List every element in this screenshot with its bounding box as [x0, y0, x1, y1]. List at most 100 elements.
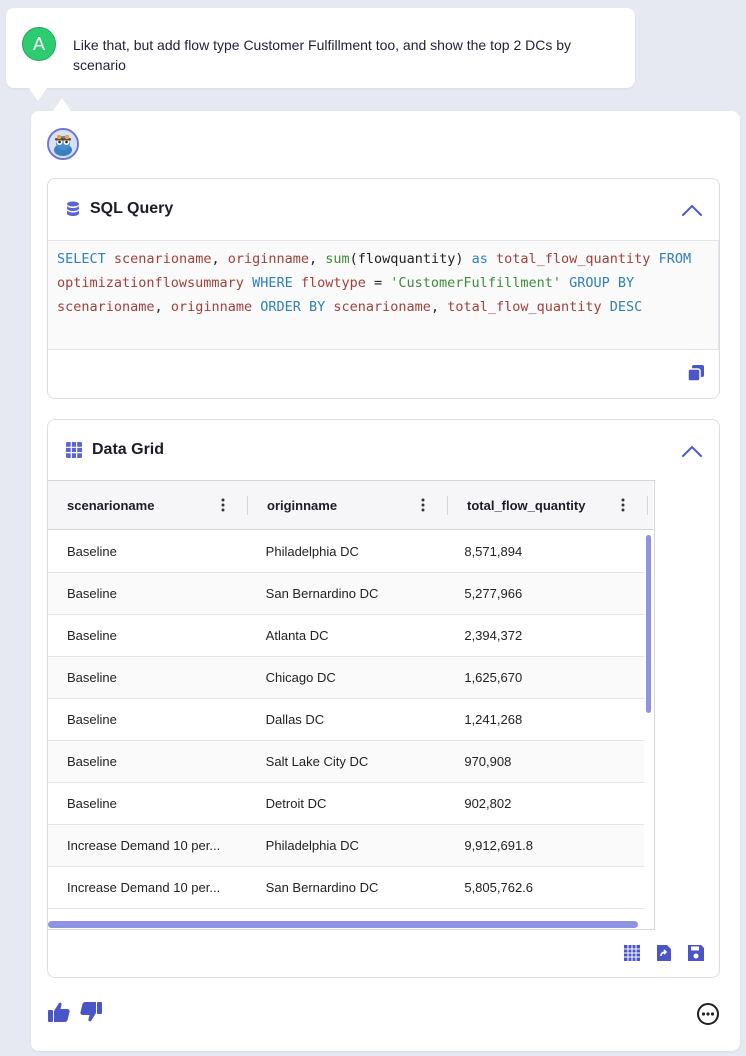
sql-query-panel: SQL Query SELECT scenarioname, originnam… — [47, 178, 720, 399]
thumbs-down-icon — [80, 1002, 102, 1022]
table-cell-scenarioname[interactable]: Baseline — [48, 796, 247, 811]
grid-header-row: scenarioname originname total_flow_quant… — [48, 481, 653, 530]
vertical-scrollbar[interactable] — [646, 535, 651, 713]
table-cell-scenarioname[interactable]: Baseline — [48, 670, 247, 685]
table-cell-originname[interactable]: San Bernardino DC — [247, 880, 446, 895]
table-cell-total-flow-quantity[interactable]: 970,908 — [445, 754, 644, 769]
table-row[interactable]: Baseline Philadelphia DC 8,571,894 — [48, 531, 644, 573]
table-row[interactable]: Baseline Detroit DC 902,802 — [48, 783, 644, 825]
table-cell-originname[interactable]: Chicago DC — [247, 670, 446, 685]
sql-token: = — [365, 275, 391, 291]
grid-view-button[interactable] — [623, 944, 641, 962]
user-message-bubble: A Like that, but add flow type Customer … — [6, 8, 635, 101]
sql-token: total_flow_quantity — [496, 251, 651, 267]
table-row[interactable]: Baseline San Bernardino DC 5,277,966 — [48, 573, 644, 615]
sql-query-header[interactable]: SQL Query — [48, 179, 719, 239]
table-cell-total-flow-quantity[interactable]: 2,394,372 — [445, 628, 644, 643]
copy-query-button[interactable] — [687, 364, 705, 382]
sql-token: WHERE — [252, 275, 293, 291]
column-menu-icon[interactable] — [220, 497, 226, 513]
sql-token: DESC — [609, 299, 643, 315]
data-grid-title: Data Grid — [92, 441, 165, 458]
user-avatar: A — [22, 27, 56, 61]
table-cell-originname[interactable]: Philadelphia DC — [247, 838, 446, 853]
table-cell-originname[interactable]: Detroit DC — [247, 796, 446, 811]
column-separator[interactable] — [647, 496, 648, 515]
table-cell-total-flow-quantity[interactable]: 1,241,268 — [445, 712, 644, 727]
chevron-up-icon — [682, 445, 702, 457]
table-cell-total-flow-quantity[interactable]: 1,625,670 — [445, 670, 644, 685]
table-cell-total-flow-quantity[interactable]: 902,802 — [445, 796, 644, 811]
collapse-sql-button[interactable] — [679, 199, 705, 221]
horizontal-scrollbar[interactable] — [48, 921, 638, 928]
table-row[interactable]: Baseline Atlanta DC 2,394,372 — [48, 615, 644, 657]
table-cell-scenarioname[interactable]: Increase Demand 10 per... — [48, 880, 247, 895]
sql-token: scenarioname — [57, 299, 155, 315]
thumbs-down-button[interactable] — [79, 1001, 103, 1023]
table-cell-total-flow-quantity[interactable]: 5,805,762.6 — [445, 880, 644, 895]
chevron-up-icon — [682, 204, 702, 216]
more-options-button[interactable] — [696, 1002, 720, 1026]
column-header-total-flow-quantity[interactable]: total_flow_quantity — [448, 481, 648, 530]
save-button[interactable] — [687, 944, 705, 962]
column-menu-icon[interactable] — [620, 497, 626, 513]
grid-body: Baseline Philadelphia DC 8,571,894 Baseline… — [48, 531, 644, 909]
sql-token: SELECT — [57, 251, 106, 267]
table-cell-scenarioname[interactable]: Baseline — [48, 712, 247, 727]
table-cell-scenarioname[interactable]: Increase Demand 10 per... — [48, 838, 247, 853]
sql-token: as — [471, 251, 488, 267]
data-grid: scenarioname originname total_flow_quant… — [48, 480, 655, 930]
table-cell-originname[interactable]: Salt Lake City DC — [247, 754, 446, 769]
collapse-grid-button[interactable] — [679, 440, 705, 462]
column-header-scenarioname[interactable]: scenarioname — [48, 481, 248, 530]
sql-token: scenarioname — [333, 299, 431, 315]
table-cell-scenarioname[interactable]: Baseline — [48, 586, 247, 601]
column-header-label: scenarioname — [67, 498, 155, 513]
column-header-originname[interactable]: originname — [248, 481, 448, 530]
table-cell-total-flow-quantity[interactable]: 8,571,894 — [445, 544, 644, 559]
table-row[interactable]: Baseline Salt Lake City DC 970,908 — [48, 741, 644, 783]
table-cell-scenarioname[interactable]: Baseline — [48, 544, 247, 559]
data-grid-header[interactable]: Data Grid — [48, 420, 719, 480]
database-icon — [66, 201, 80, 217]
table-cell-originname[interactable]: Philadelphia DC — [247, 544, 446, 559]
table-cell-scenarioname[interactable]: Baseline — [48, 628, 247, 643]
column-header-label: originname — [267, 498, 338, 513]
assistant-response-card: SQL Query SELECT scenarioname, originnam… — [31, 98, 740, 1051]
sql-token: FROM — [658, 251, 692, 267]
table-cell-scenarioname[interactable]: Baseline — [48, 754, 247, 769]
sql-token: scenarioname — [113, 251, 212, 267]
table-row[interactable]: Baseline Chicago DC 1,625,670 — [48, 657, 644, 699]
sql-token: , — [154, 299, 171, 315]
table-cell-total-flow-quantity[interactable]: 9,912,691.8 — [445, 838, 644, 853]
sql-token: ORDER BY — [260, 299, 326, 315]
table-row[interactable]: Baseline Dallas DC 1,241,268 — [48, 699, 644, 741]
table-row[interactable]: Increase Demand 10 per... Philadelphia DC… — [48, 825, 644, 867]
thumbs-up-button[interactable] — [47, 1001, 71, 1023]
table-cell-originname[interactable]: Dallas DC — [247, 712, 446, 727]
user-message-text: Like that, but add flow type Customer Fu… — [73, 37, 572, 73]
sql-query-code: SELECT scenarioname, originname, sum(flo… — [48, 240, 719, 350]
grid-view-icon — [624, 945, 640, 961]
column-menu-icon[interactable] — [420, 497, 426, 513]
sql-token: , — [211, 251, 228, 267]
more-options-icon — [697, 1003, 719, 1025]
export-file-button[interactable] — [655, 944, 673, 962]
sql-token: GROUP BY — [569, 275, 635, 291]
sql-token: , — [309, 251, 326, 267]
table-cell-originname[interactable]: San Bernardino DC — [247, 586, 446, 601]
sql-token: flowtype — [300, 275, 366, 291]
copy-icon — [687, 365, 704, 382]
table-row[interactable]: Increase Demand 10 per... San Bernardino … — [48, 867, 644, 909]
table-cell-originname[interactable]: Atlanta DC — [247, 628, 446, 643]
sql-token: (flowquantity) — [349, 251, 472, 267]
table-cell-total-flow-quantity[interactable]: 5,277,966 — [445, 586, 644, 601]
